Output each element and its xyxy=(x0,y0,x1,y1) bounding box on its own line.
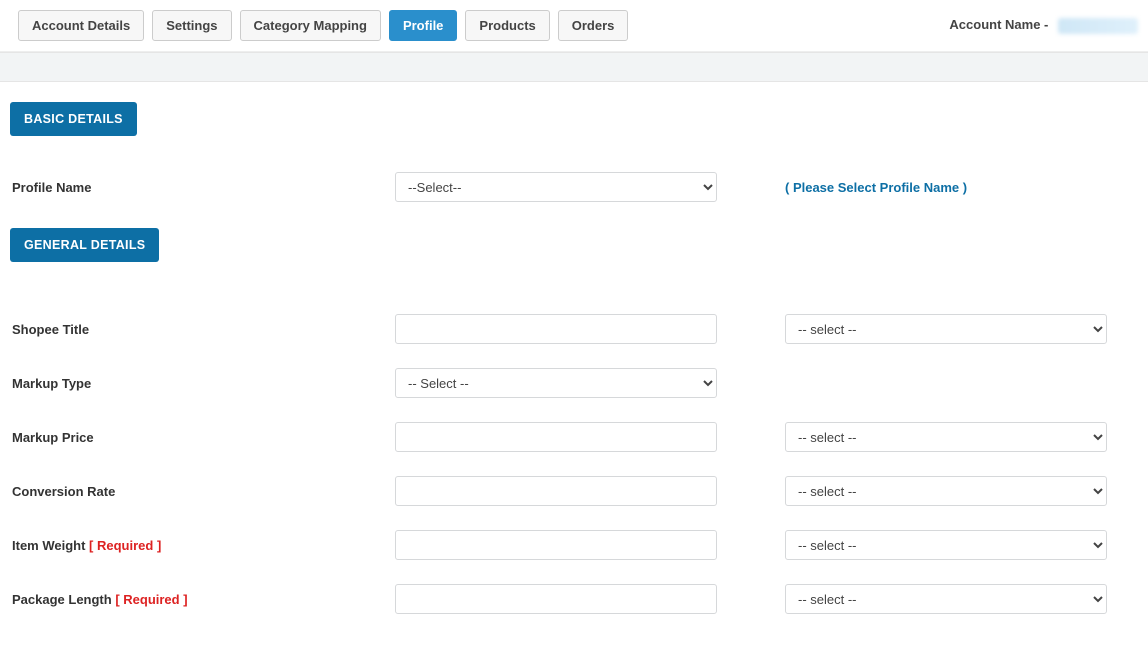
label-profile-name: Profile Name xyxy=(10,180,395,195)
row-markup-price: Markup Price -- select -- xyxy=(10,410,1138,464)
row-package-length: Package Length [ Required ] -- select -- xyxy=(10,572,1138,626)
tab-profile[interactable]: Profile xyxy=(389,10,457,41)
input-item-weight[interactable] xyxy=(395,530,717,560)
tab-settings[interactable]: Settings xyxy=(152,10,231,41)
account-name-value xyxy=(1058,18,1138,34)
select-markup-price-map[interactable]: -- select -- xyxy=(785,422,1107,452)
tab-category-mapping[interactable]: Category Mapping xyxy=(240,10,381,41)
row-conversion-rate: Conversion Rate -- select -- xyxy=(10,464,1138,518)
row-profile-name: Profile Name --Select-- ( Please Select … xyxy=(10,156,1138,218)
label-markup-price: Markup Price xyxy=(10,430,395,445)
general-section: Shopee Title -- select -- Markup Type --… xyxy=(10,302,1138,626)
sub-header-strip xyxy=(0,52,1148,82)
select-shopee-title-map[interactable]: -- select -- xyxy=(785,314,1107,344)
account-name-area: Account Name - xyxy=(949,17,1138,34)
select-markup-type[interactable]: -- Select -- xyxy=(395,368,717,398)
select-profile-name[interactable]: --Select-- xyxy=(395,172,717,202)
row-shopee-title: Shopee Title -- select -- xyxy=(10,302,1138,356)
tab-bar: Account Details Settings Category Mappin… xyxy=(0,0,1148,52)
input-markup-price[interactable] xyxy=(395,422,717,452)
input-conversion-rate[interactable] xyxy=(395,476,717,506)
input-shopee-title[interactable] xyxy=(395,314,717,344)
tab-orders[interactable]: Orders xyxy=(558,10,629,41)
select-conversion-rate-map[interactable]: -- select -- xyxy=(785,476,1107,506)
select-item-weight-map[interactable]: -- select -- xyxy=(785,530,1107,560)
tab-account-details[interactable]: Account Details xyxy=(18,10,144,41)
content-area: BASIC DETAILS Profile Name --Select-- ( … xyxy=(0,82,1148,656)
label-item-weight: Item Weight [ Required ] xyxy=(10,538,395,553)
required-badge: [ Required ] xyxy=(89,538,161,553)
label-package-length: Package Length [ Required ] xyxy=(10,592,395,607)
basic-details-header[interactable]: BASIC DETAILS xyxy=(10,102,137,136)
hint-profile-name[interactable]: ( Please Select Profile Name ) xyxy=(785,180,967,195)
label-markup-type: Markup Type xyxy=(10,376,395,391)
tab-products[interactable]: Products xyxy=(465,10,549,41)
account-name-label: Account Name - xyxy=(949,17,1048,32)
row-markup-type: Markup Type -- Select -- xyxy=(10,356,1138,410)
label-conversion-rate: Conversion Rate xyxy=(10,484,395,499)
required-badge: [ Required ] xyxy=(115,592,187,607)
tabs: Account Details Settings Category Mappin… xyxy=(18,10,949,41)
row-item-weight: Item Weight [ Required ] -- select -- xyxy=(10,518,1138,572)
general-details-header[interactable]: GENERAL DETAILS xyxy=(10,228,159,262)
label-shopee-title: Shopee Title xyxy=(10,322,395,337)
